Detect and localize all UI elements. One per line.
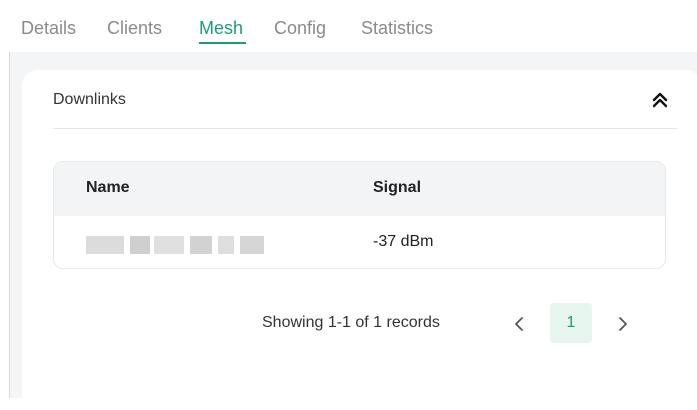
pagination-summary: Showing 1-1 of 1 records xyxy=(262,314,440,331)
redacted-name xyxy=(86,236,264,254)
column-header-signal[interactable]: Signal xyxy=(373,179,421,197)
tab-mesh[interactable]: Mesh xyxy=(199,18,243,39)
chevron-left-icon[interactable] xyxy=(509,312,529,336)
active-tab-indicator xyxy=(199,42,246,44)
tab-config[interactable]: Config xyxy=(274,18,326,39)
table-header: Name Signal xyxy=(54,162,665,216)
tab-details[interactable]: Details xyxy=(21,18,76,39)
page-button-current[interactable]: 1 xyxy=(550,303,592,343)
column-header-name[interactable]: Name xyxy=(86,179,130,197)
tab-bar: Details Clients Mesh Config Statistics xyxy=(0,0,697,52)
section-divider xyxy=(53,128,677,129)
chevron-right-icon[interactable] xyxy=(613,312,633,336)
double-chevron-up-icon[interactable] xyxy=(651,90,669,110)
tab-clients[interactable]: Clients xyxy=(107,18,162,39)
tab-statistics[interactable]: Statistics xyxy=(361,18,433,39)
section-title: Downlinks xyxy=(53,91,126,108)
downlinks-table: Name Signal -37 dBm xyxy=(53,161,666,269)
signal-value: -37 dBm xyxy=(373,233,434,250)
